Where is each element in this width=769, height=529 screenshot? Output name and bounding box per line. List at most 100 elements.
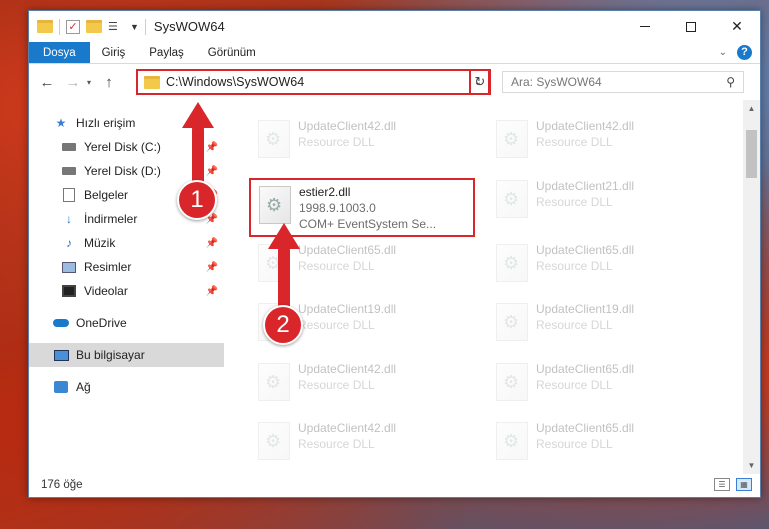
- file-item[interactable]: UpdateClient21.dll Resource DLL: [488, 174, 708, 230]
- file-description: Resource DLL: [298, 318, 375, 332]
- file-name: UpdateClient42.dll: [298, 421, 397, 435]
- folder-icon: [37, 20, 53, 33]
- refresh-icon: ↻: [474, 74, 486, 89]
- sidebar-item-label: İndirmeler: [84, 212, 138, 226]
- file-name: UpdateClient42.dll: [298, 119, 397, 133]
- file-item[interactable]: UpdateClient42.dll Resource DLL: [250, 357, 470, 413]
- details-view-icon[interactable]: ☰: [714, 478, 730, 491]
- vertical-scrollbar[interactable]: ▲ ▼: [743, 100, 760, 474]
- sidebar-item-network[interactable]: Ağ: [29, 375, 224, 399]
- minimize-button[interactable]: [622, 11, 668, 42]
- file-description: Resource DLL: [536, 195, 613, 209]
- status-bar: 176 öğe ☰ ▦: [29, 473, 760, 497]
- file-name: UpdateClient19.dll: [298, 302, 397, 316]
- expand-ribbon-icon[interactable]: ⌄: [719, 47, 727, 58]
- search-icon: ⚲: [726, 75, 735, 89]
- file-description: Resource DLL: [298, 378, 375, 392]
- file-description: Resource DLL: [536, 437, 613, 451]
- maximize-button[interactable]: [668, 11, 714, 42]
- maximize-icon: [686, 21, 696, 32]
- pin-icon[interactable]: 📌: [206, 166, 218, 177]
- title-bar: ✓ ☰ ▼ SysWOW64 ✕: [29, 11, 760, 42]
- help-icon[interactable]: ?: [737, 45, 752, 60]
- file-item[interactable]: UpdateClient42.dll Resource DLL: [488, 114, 708, 170]
- file-item[interactable]: UpdateClient65.dll Resource DLL: [488, 238, 708, 294]
- file-name: estier2.dll: [299, 185, 351, 199]
- file-name: UpdateClient42.dll: [298, 362, 397, 376]
- refresh-button[interactable]: ↻: [469, 69, 491, 95]
- file-item[interactable]: UpdateClient65.dll Resource DLL: [488, 416, 708, 472]
- music-icon: ♪: [66, 236, 72, 250]
- tab-home[interactable]: Giriş: [90, 42, 138, 63]
- pin-icon[interactable]: 📌: [206, 262, 218, 273]
- scroll-up-icon[interactable]: ▲: [743, 100, 760, 117]
- search-placeholder: Ara: SysWOW64: [511, 75, 602, 89]
- file-list: UpdateClient42.dll Resource DLL estier2.…: [224, 100, 760, 474]
- close-icon: ✕: [731, 18, 743, 34]
- scroll-thumb[interactable]: [746, 130, 757, 178]
- divider: [59, 18, 60, 35]
- tab-file[interactable]: Dosya: [29, 42, 90, 63]
- recent-locations-button[interactable]: ▾: [87, 78, 91, 87]
- up-button[interactable]: ↑: [101, 74, 117, 91]
- file-name: UpdateClient65.dll: [536, 362, 635, 376]
- sidebar-item-pictures[interactable]: Resimler 📌: [29, 255, 224, 279]
- annotation-arrow-2: [278, 247, 290, 309]
- navigation-bar: ← → ▾ ↑ C:\Windows\SysWOW64 ⌄ ↻ Ara: Sys…: [29, 64, 760, 100]
- file-description: Resource DLL: [536, 318, 613, 332]
- close-button[interactable]: ✕: [714, 11, 760, 42]
- scroll-down-icon[interactable]: ▼: [743, 457, 760, 474]
- annotation-arrow-head-2: [268, 223, 300, 249]
- drive-icon: [61, 140, 77, 154]
- content-area: ★ Hızlı erişim Yerel Disk (C:) 📌 Yerel D…: [29, 100, 760, 474]
- tab-share[interactable]: Paylaş: [137, 42, 196, 63]
- window-controls: ✕: [622, 11, 760, 42]
- onedrive-icon: [53, 316, 69, 330]
- dll-file-icon: [258, 120, 290, 158]
- file-item[interactable]: UpdateClient65.dll Resource DLL: [488, 357, 708, 413]
- forward-button[interactable]: →: [65, 74, 81, 91]
- this-pc-icon: [53, 348, 69, 362]
- pin-icon[interactable]: 📌: [206, 238, 218, 249]
- pin-icon[interactable]: 📌: [206, 142, 218, 153]
- sidebar-item-label: Belgeler: [84, 188, 129, 202]
- quick-access-toolbar: ✓ ☰ ▼: [29, 18, 146, 35]
- file-item[interactable]: UpdateClient42.dll Resource DLL: [250, 416, 470, 472]
- step-badge-2: 2: [263, 305, 303, 345]
- drive-icon: [61, 164, 77, 178]
- file-description: COM+ EventSystem Se...: [299, 217, 437, 231]
- sidebar-item-label: Yerel Disk (C:): [84, 140, 161, 154]
- pictures-icon: [61, 260, 77, 274]
- file-item[interactable]: UpdateClient19.dll Resource DLL: [488, 297, 708, 353]
- tab-view[interactable]: Görünüm: [196, 42, 268, 63]
- ribbon-tabs: Dosya Giriş Paylaş Görünüm ⌄ ?: [29, 42, 760, 64]
- minimize-icon: [640, 26, 650, 27]
- sidebar-item-videos[interactable]: Videolar 📌: [29, 279, 224, 303]
- dll-file-icon: [258, 422, 290, 460]
- new-folder-icon[interactable]: [86, 20, 102, 33]
- sidebar-item-label: Videolar: [84, 284, 128, 298]
- properties-icon[interactable]: ✓: [66, 19, 80, 34]
- file-item[interactable]: UpdateClient42.dll Resource DLL: [250, 114, 470, 170]
- sidebar-item-label: Resimler: [84, 260, 132, 274]
- sidebar-item-onedrive[interactable]: OneDrive: [29, 311, 224, 335]
- ribbon-right: ⌄ ?: [719, 45, 752, 60]
- sidebar-item-this-pc[interactable]: Bu bilgisayar: [29, 343, 224, 367]
- pin-icon[interactable]: 📌: [206, 286, 218, 297]
- star-icon: ★: [55, 116, 67, 130]
- file-description: Resource DLL: [298, 135, 375, 149]
- item-count: 176 öğe: [41, 479, 83, 491]
- sidebar-item-label: Yerel Disk (D:): [84, 164, 161, 178]
- tiles-view-icon[interactable]: ▦: [736, 478, 752, 491]
- sidebar-item-music[interactable]: ♪ Müzik 📌: [29, 231, 224, 255]
- back-button[interactable]: ←: [39, 74, 55, 91]
- file-description: Resource DLL: [298, 259, 375, 273]
- customize-toolbar-icon[interactable]: ☰: [108, 20, 124, 34]
- dll-file-icon: [496, 303, 528, 341]
- chevron-down-icon[interactable]: ▼: [130, 22, 139, 32]
- address-bar[interactable]: C:\Windows\SysWOW64 ⌄: [136, 69, 490, 95]
- search-input[interactable]: Ara: SysWOW64 ⚲: [502, 71, 744, 93]
- dll-file-icon: [496, 422, 528, 460]
- file-description: Resource DLL: [536, 135, 613, 149]
